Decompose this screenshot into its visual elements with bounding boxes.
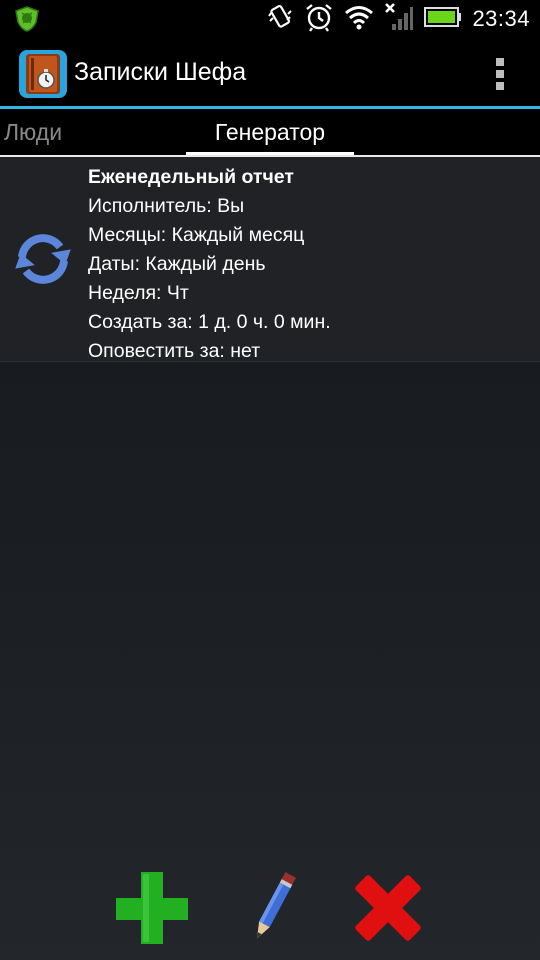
action-bar: Записки Шефа bbox=[0, 38, 540, 108]
no-signal-icon bbox=[384, 2, 414, 37]
add-button[interactable] bbox=[113, 868, 193, 948]
app-screen: 23:34 Записки Шефа Люди Генератор Еженед… bbox=[0, 0, 540, 960]
tab-strip: Люди Генератор bbox=[0, 109, 540, 156]
app-title: Записки Шефа bbox=[74, 58, 247, 86]
task-assignee: Исполнитель: Вы bbox=[88, 195, 245, 217]
status-time: 23:34 bbox=[472, 6, 530, 31]
task-dates: Даты: Каждый день bbox=[88, 253, 266, 275]
tab-generator[interactable]: Генератор bbox=[186, 109, 354, 156]
app-icon bbox=[19, 50, 67, 98]
task-details: Еженедельный отчет Исполнитель: Вы Месяц… bbox=[88, 163, 331, 366]
delete-button[interactable] bbox=[348, 868, 428, 948]
alarm-icon bbox=[304, 2, 334, 37]
overflow-menu-icon[interactable] bbox=[494, 58, 506, 90]
vibrate-icon bbox=[266, 3, 294, 36]
list-item[interactable]: Еженедельный отчет Исполнитель: Вы Месяц… bbox=[0, 157, 540, 362]
tab-people[interactable]: Люди bbox=[0, 109, 100, 156]
wifi-icon bbox=[344, 4, 374, 35]
repeat-icon bbox=[8, 231, 78, 287]
status-bar: 23:34 bbox=[0, 0, 540, 38]
shield-icon bbox=[14, 6, 40, 36]
task-months: Месяцы: Каждый месяц bbox=[88, 224, 305, 246]
edit-button[interactable] bbox=[232, 868, 312, 948]
task-create-before: Создать за: 1 д. 0 ч. 0 мин. bbox=[88, 311, 331, 333]
task-weekday: Неделя: Чт bbox=[88, 282, 189, 304]
pencil-icon bbox=[232, 872, 312, 952]
task-title: Еженедельный отчет bbox=[88, 166, 294, 188]
battery-icon bbox=[424, 6, 462, 33]
add-icon bbox=[113, 872, 193, 952]
task-notify-before: Оповестить за: нет bbox=[88, 340, 261, 362]
delete-icon bbox=[348, 875, 428, 952]
